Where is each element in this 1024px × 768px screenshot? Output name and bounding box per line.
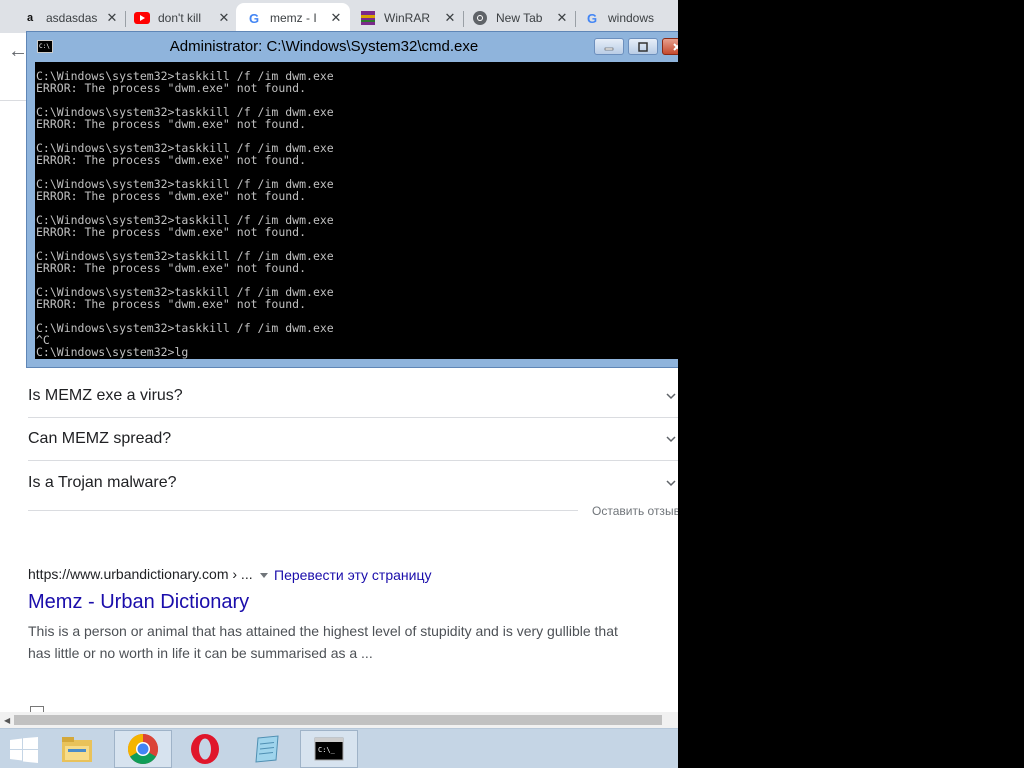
desktop-screen: a asdasdas ✕ don't kill ✕ G memz - I ✕ W…	[0, 0, 678, 768]
cmd-line: ERROR: The process "dwm.exe" not found.	[36, 189, 307, 203]
browser-tab-strip: a asdasdas ✕ don't kill ✕ G memz - I ✕ W…	[0, 0, 678, 33]
cmd-console[interactable]: C:\Windows\system32>taskkill /f /im dwm.…	[35, 62, 678, 359]
chevron-down-icon	[666, 479, 676, 486]
cmd-line: ERROR: The process "dwm.exe" not found.	[36, 225, 307, 239]
chevron-down-icon	[666, 436, 676, 443]
youtube-icon	[134, 10, 150, 26]
opera-taskbar-button[interactable]	[176, 730, 234, 768]
chrome-taskbar-button[interactable]	[114, 730, 172, 768]
result-url[interactable]: https://www.urbandictionary.com › ...	[28, 566, 253, 582]
tab-title: New Tab	[496, 11, 543, 25]
command-prompt-icon: C:\_	[314, 737, 344, 761]
faq-question: Can MEMZ spread?	[28, 430, 172, 447]
cmd-line: ERROR: The process "dwm.exe" not found.	[36, 297, 307, 311]
cmd-line: C:\Windows\system32>lg	[36, 345, 189, 359]
result-title-link[interactable]: Memz - Urban Dictionary	[28, 591, 249, 614]
tab-title: asdasdas	[46, 11, 98, 25]
translate-page-link[interactable]: Перевести эту страницу	[260, 567, 431, 583]
tab-amazon[interactable]: a asdasdas ✕	[12, 3, 126, 33]
tab-windows-search[interactable]: G windows	[574, 3, 678, 33]
cmd-line: ERROR: The process "dwm.exe" not found.	[36, 117, 307, 131]
tab-title: don't kill	[158, 11, 201, 25]
cmd-output: C:\Windows\system32>taskkill /f /im dwm.…	[36, 70, 334, 358]
google-icon: G	[586, 10, 598, 26]
cmd-window[interactable]: C:\ Administrator: C:\Windows\System32\c…	[26, 31, 678, 368]
faq-question: Is a Trojan malware?	[28, 473, 177, 491]
close-button[interactable]	[662, 38, 678, 55]
opera-icon	[191, 734, 219, 764]
google-icon: G	[248, 10, 260, 26]
tab-title: memz - I	[270, 11, 317, 25]
cmd-titlebar[interactable]: C:\ Administrator: C:\Windows\System32\c…	[27, 32, 678, 62]
windows-start-icon[interactable]	[10, 737, 38, 763]
minimize-icon	[604, 47, 614, 50]
faq-item[interactable]: Is MEMZ exe a virus?	[28, 375, 678, 418]
result-snippet: This is a person or animal that has atta…	[28, 623, 618, 661]
close-tab-icon[interactable]: ✕	[554, 10, 570, 26]
notepad-taskbar-button[interactable]	[238, 730, 296, 768]
tab-youtube[interactable]: don't kill ✕	[124, 3, 238, 33]
cmd-line: ERROR: The process "dwm.exe" not found.	[36, 153, 307, 167]
cmd-line: ERROR: The process "dwm.exe" not found.	[36, 261, 307, 275]
faq-question: Is MEMZ exe a virus?	[28, 387, 183, 404]
winrar-icon	[360, 10, 376, 26]
chevron-down-icon	[666, 393, 676, 400]
close-tab-icon[interactable]: ✕	[216, 10, 232, 26]
file-explorer-button[interactable]	[48, 730, 106, 768]
notepad-icon	[255, 735, 279, 763]
close-tab-icon[interactable]: ✕	[328, 10, 344, 26]
close-tab-icon[interactable]: ✕	[442, 10, 458, 26]
minimize-button[interactable]	[594, 38, 624, 55]
tab-title: windows	[608, 11, 655, 25]
chrome-icon	[127, 734, 159, 765]
tab-title: WinRAR	[384, 11, 431, 25]
cmd-window-title: Administrator: C:\Windows\System32\cmd.e…	[169, 38, 479, 55]
tab-winrar[interactable]: WinRAR ✕	[350, 3, 464, 33]
amazon-icon: a	[26, 12, 34, 24]
maximize-icon	[638, 41, 648, 52]
chrome-icon	[472, 10, 488, 26]
scrollbar-thumb[interactable]	[14, 715, 662, 725]
cmd-line: ERROR: The process "dwm.exe" not found.	[36, 81, 307, 95]
dropdown-triangle-icon	[260, 572, 268, 578]
cmd-line: C:\Windows\system32>taskkill /f /im dwm.…	[36, 321, 334, 335]
feedback-link[interactable]: Оставить отзыв	[592, 504, 678, 518]
close-tab-icon[interactable]: ✕	[104, 10, 120, 26]
translate-label: Перевести эту страницу	[274, 567, 432, 583]
scroll-left-icon[interactable]: ◀	[4, 716, 10, 725]
faq-item[interactable]: Is a Trojan malware?	[28, 461, 678, 504]
cmd-taskbar-button[interactable]: C:\_	[300, 730, 358, 768]
tab-new-tab[interactable]: New Tab ✕	[462, 3, 576, 33]
back-arrow-icon[interactable]: ←	[8, 40, 28, 63]
close-icon	[673, 42, 678, 51]
tab-memz-search[interactable]: G memz - I ✕	[236, 3, 350, 33]
horizontal-scrollbar[interactable]: ◀	[0, 712, 678, 728]
faq-item[interactable]: Can MEMZ spread?	[28, 418, 678, 461]
taskbar: C:\_	[0, 728, 678, 768]
maximize-button[interactable]	[628, 38, 658, 55]
svg-text:C:\_: C:\_	[318, 746, 336, 754]
file-explorer-icon	[62, 737, 92, 762]
